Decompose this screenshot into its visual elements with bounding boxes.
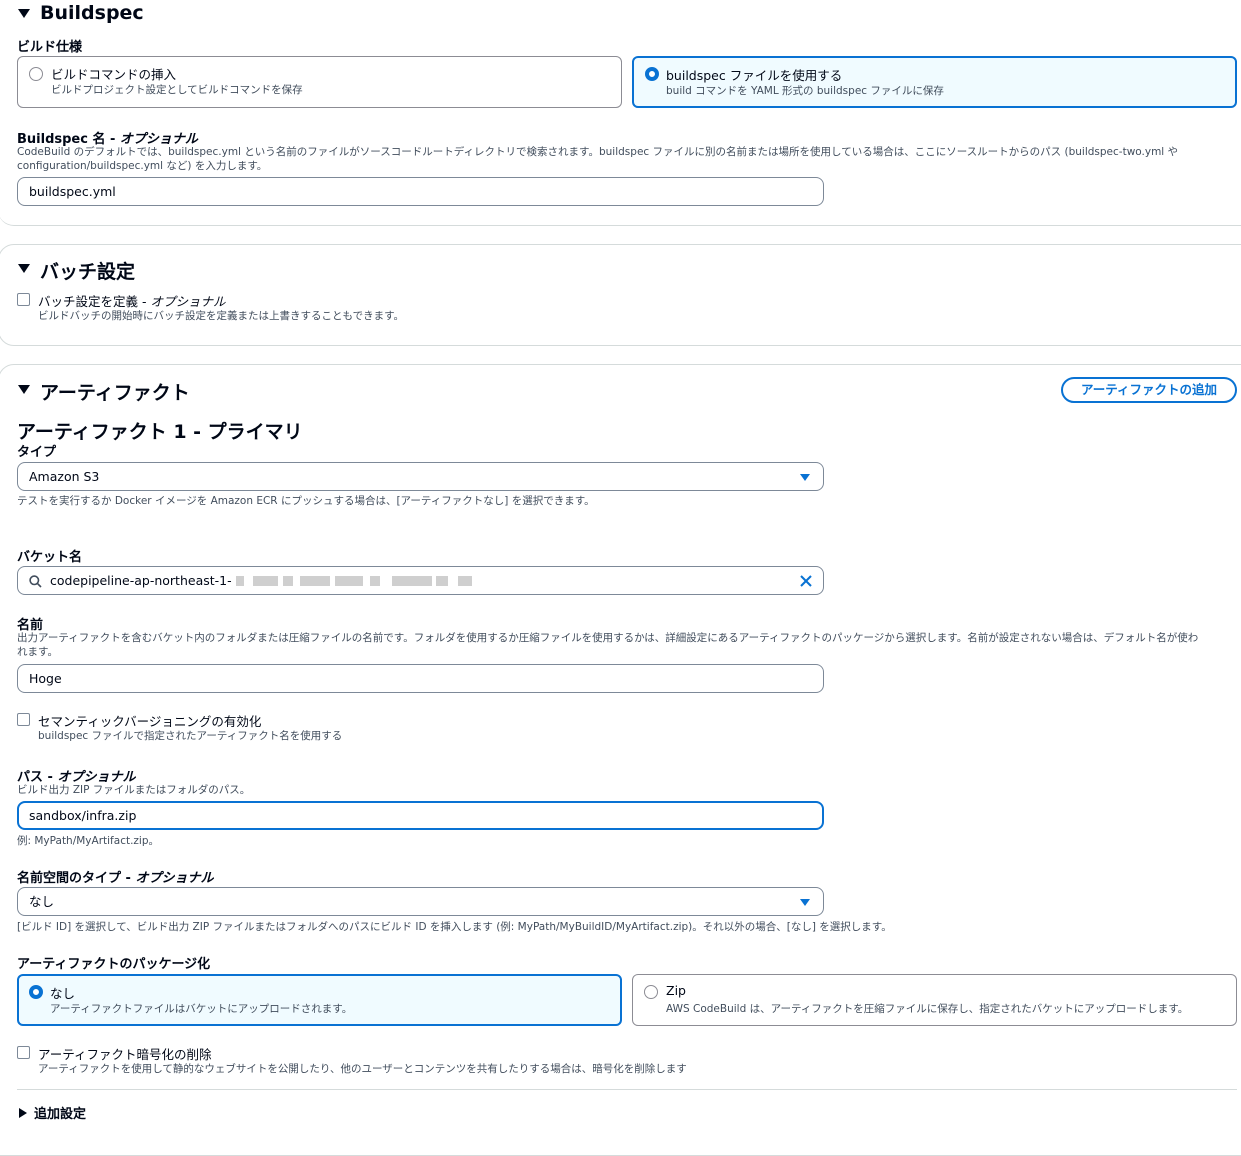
- radio-insert-commands[interactable]: [29, 67, 43, 81]
- artifact-name-desc-2: れます。: [17, 646, 58, 658]
- redacted-mask: [253, 576, 278, 586]
- artifact-name-input[interactable]: Hoge: [17, 664, 824, 693]
- buildspec-name-input[interactable]: buildspec.yml: [17, 177, 824, 206]
- redacted-mask: [283, 576, 293, 586]
- option-insert-title: ビルドコマンドの挿入: [51, 67, 177, 82]
- semver-desc: buildspec ファイルで指定されたアーティファクト名を使用する: [38, 730, 343, 742]
- pkg-zip-title: Zip: [666, 983, 686, 998]
- redacted-mask: [335, 576, 363, 586]
- caret-down-icon: [800, 899, 810, 906]
- packaging-option-zip[interactable]: Zip AWS CodeBuild は、アーティファクトを圧縮ファイルに保存し、…: [632, 974, 1237, 1026]
- batch-define-label: バッチ設定を定義 - オプショナル: [38, 294, 226, 309]
- packaging-label: アーティファクトのパッケージ化: [17, 957, 211, 972]
- remove-encryption-label: アーティファクト暗号化の削除: [38, 1047, 212, 1062]
- caret-down-icon: [800, 474, 810, 481]
- pkg-none-title: なし: [50, 986, 76, 1001]
- path-example: 例: MyPath/MyArtifact.zip。: [17, 835, 160, 847]
- collapse-caret-icon[interactable]: [18, 264, 30, 273]
- radio-packaging-zip[interactable]: [644, 985, 658, 999]
- namespace-select-value: なし: [29, 894, 55, 909]
- packaging-option-none[interactable]: なし アーティファクトファイルはバケットにアップロードされます。: [17, 974, 622, 1026]
- remove-encryption-desc: アーティファクトを使用して静的なウェブサイトを公開したり、他のユーザーとコンテン…: [38, 1063, 687, 1075]
- type-desc: テストを実行するか Docker イメージを Amazon ECR にプッシュす…: [17, 495, 595, 507]
- additional-settings-toggle[interactable]: 追加設定: [34, 1103, 86, 1122]
- expand-caret-icon[interactable]: [19, 1108, 27, 1118]
- option-insert-commands[interactable]: ビルドコマンドの挿入 ビルドプロジェクト設定としてビルドコマンドを保存: [17, 56, 622, 108]
- pkg-zip-desc: AWS CodeBuild は、アーティファクトを圧縮ファイルに保存し、指定され…: [666, 1003, 1189, 1015]
- redacted-mask: [300, 576, 330, 586]
- radio-use-buildspec-file[interactable]: [645, 67, 659, 81]
- add-artifact-button[interactable]: アーティファクトの追加: [1061, 377, 1237, 403]
- path-desc: ビルド出力 ZIP ファイルまたはフォルダのパス。: [17, 784, 251, 796]
- pkg-none-desc: アーティファクトファイルはバケットにアップロードされます。: [50, 1003, 353, 1015]
- build-spec-label: ビルド仕様: [17, 40, 83, 55]
- artifacts-title: アーティファクト: [40, 382, 190, 404]
- namespace-select[interactable]: なし: [17, 887, 824, 916]
- option-insert-desc: ビルドプロジェクト設定としてビルドコマンドを保存: [51, 84, 303, 96]
- batch-title: バッチ設定: [40, 261, 136, 283]
- batch-define-checkbox[interactable]: [17, 293, 30, 306]
- semver-checkbox[interactable]: [17, 713, 30, 726]
- search-icon: [29, 575, 42, 588]
- bucket-label: バケット名: [17, 550, 83, 565]
- option-file-desc: build コマンドを YAML 形式の buildspec ファイルに保存: [666, 85, 944, 97]
- bucket-search-input[interactable]: codepipeline-ap-northeast-1-: [17, 566, 824, 595]
- type-select[interactable]: Amazon S3: [17, 462, 824, 491]
- redacted-mask: [392, 576, 432, 586]
- collapse-caret-icon[interactable]: [18, 9, 30, 18]
- clear-icon[interactable]: [799, 574, 813, 588]
- collapse-caret-icon[interactable]: [18, 385, 30, 394]
- divider: [17, 1089, 1237, 1090]
- batch-define-desc: ビルドバッチの開始時にバッチ設定を定義または上書きすることもできます。: [38, 310, 405, 322]
- namespace-label: 名前空間のタイプ - オプショナル: [17, 871, 214, 886]
- option-file-title: buildspec ファイルを使用する: [666, 68, 843, 83]
- primary-artifact-heading: アーティファクト 1 - プライマリ: [17, 421, 303, 443]
- redacted-mask: [458, 576, 472, 586]
- buildspec-title: Buildspec: [40, 2, 144, 24]
- radio-packaging-none[interactable]: [29, 985, 43, 999]
- type-select-value: Amazon S3: [29, 469, 100, 484]
- artifact-name-desc-1: 出力アーティファクトを含むバケット内のフォルダまたは圧縮ファイルの名前です。フォ…: [17, 632, 1199, 644]
- bucket-value: codepipeline-ap-northeast-1-: [50, 573, 232, 588]
- type-label: タイプ: [17, 445, 57, 460]
- buildspec-name-desc-2: configuration/buildspec.yml など) を入力します。: [17, 160, 268, 172]
- namespace-desc: [ビルド ID] を選択して、ビルド出力 ZIP ファイルまたはフォルダへのパス…: [17, 921, 892, 933]
- path-input[interactable]: sandbox/infra.zip: [17, 801, 824, 830]
- redacted-mask: [236, 576, 244, 586]
- option-use-buildspec-file[interactable]: buildspec ファイルを使用する build コマンドを YAML 形式の…: [632, 56, 1237, 108]
- buildspec-name-desc-1: CodeBuild のデフォルトでは、buildspec.yml という名前のフ…: [17, 146, 1179, 158]
- semver-label: セマンティックバージョニングの有効化: [38, 714, 262, 729]
- redacted-mask: [370, 576, 380, 586]
- redacted-mask: [436, 576, 448, 586]
- remove-encryption-checkbox[interactable]: [17, 1046, 30, 1059]
